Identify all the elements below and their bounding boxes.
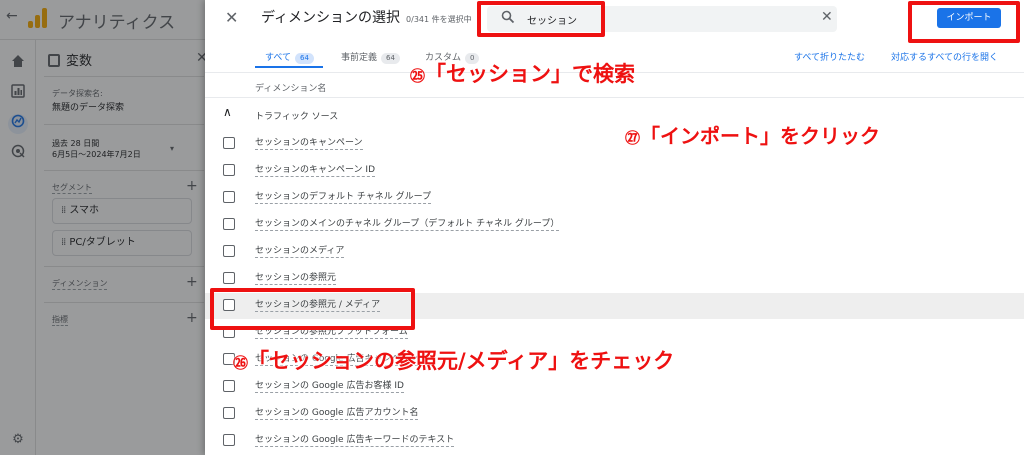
dialog-title: ディメンションの選択 0/341 件を選択中	[261, 7, 472, 27]
column-header-label: ディメンション名	[255, 84, 327, 94]
tab-label: 事前定義	[341, 53, 378, 63]
checkbox[interactable]	[223, 245, 235, 257]
clear-search-icon[interactable]: ✕	[821, 9, 833, 25]
checkbox[interactable]	[223, 164, 235, 176]
dimension-row[interactable]: セッションの Google 広告アカウント名	[205, 401, 1024, 427]
dimension-label: セッションの Google 広告キーワードのテキスト	[255, 435, 455, 447]
tab-label: すべて	[265, 53, 292, 63]
checkbox[interactable]	[223, 407, 235, 419]
dimension-row[interactable]: セッションのキャンペーン ID	[205, 158, 1024, 184]
tab-count-badge: 64	[295, 53, 314, 64]
dimension-row[interactable]: セッションのメディア	[205, 239, 1024, 265]
close-icon[interactable]: ✕	[225, 8, 238, 27]
chevron-up-icon[interactable]: ∧	[223, 105, 232, 119]
dimension-label: セッションのメインのチャネル グループ（デフォルト チャネル グループ）	[255, 219, 560, 231]
annotation-step26: ㉖「セッションの参照元/メディア」をチェック	[233, 349, 675, 373]
checkbox[interactable]	[223, 137, 235, 149]
category-group-label: トラフィック ソース	[255, 112, 339, 122]
dimension-label: セッションのキャンペーン	[255, 138, 363, 150]
dimension-label: セッションのメディア	[255, 246, 345, 258]
dimension-row[interactable]: セッションのメインのチャネル グループ（デフォルト チャネル グループ）	[205, 212, 1024, 238]
dialog-title-text: ディメンションの選択	[261, 10, 401, 26]
dimension-row[interactable]: セッションのキャンペーン	[205, 131, 1024, 157]
checkbox[interactable]	[223, 272, 235, 284]
category-group-row[interactable]: ∧ トラフィック ソース	[205, 101, 1024, 127]
modal-scrim[interactable]	[0, 0, 205, 455]
row-highlight-box	[210, 288, 415, 330]
tab-count-badge: 64	[381, 53, 400, 64]
dimension-row[interactable]: セッションの Google 広告お客様 ID	[205, 374, 1024, 400]
dimension-row[interactable]: セッションのデフォルト チャネル グループ	[205, 185, 1024, 211]
expand-matching-rows-link[interactable]: 対応するすべての行を開く	[891, 50, 998, 63]
search-highlight-box	[477, 1, 605, 37]
dimension-label: セッションの Google 広告アカウント名	[255, 408, 419, 420]
import-highlight-box	[908, 1, 1020, 43]
collapse-all-link[interactable]: すべて折りたたむ	[794, 50, 865, 63]
dimension-label: セッションのデフォルト チャネル グループ	[255, 192, 432, 204]
selected-count: 0/341 件を選択中	[406, 15, 472, 24]
dimension-row[interactable]: セッションの Google 広告キーワードのテキスト	[205, 428, 1024, 454]
tab-predefined[interactable]: 事前定義 64	[341, 50, 400, 64]
dimension-label: セッションの Google 広告お客様 ID	[255, 381, 404, 393]
dimension-label: セッションの参照元	[255, 273, 337, 285]
active-tab-indicator	[255, 66, 323, 68]
checkbox[interactable]	[223, 191, 235, 203]
annotation-step25: ㉕「セッション」で検索	[410, 62, 636, 86]
checkbox[interactable]	[223, 380, 235, 392]
annotation-step27: ㉗「インポート」をクリック	[625, 124, 881, 148]
checkbox[interactable]	[223, 434, 235, 446]
tab-all[interactable]: すべて 64	[265, 50, 314, 64]
dimension-label: セッションのキャンペーン ID	[255, 165, 375, 177]
checkbox[interactable]	[223, 218, 235, 230]
